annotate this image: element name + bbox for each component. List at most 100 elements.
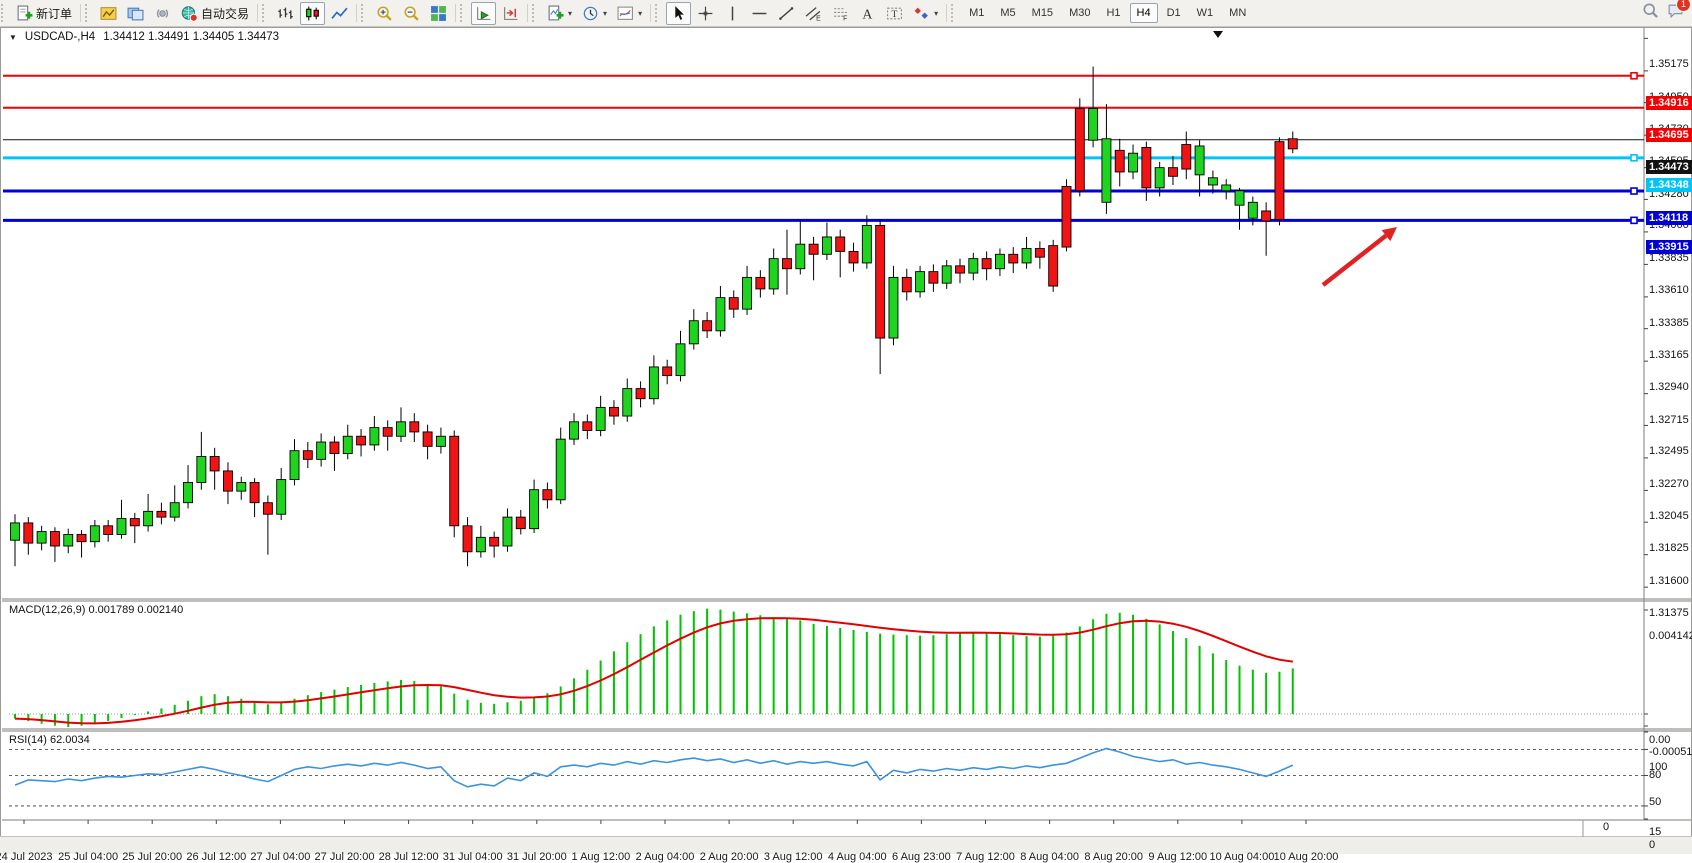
price-line-label-1.34695: 1.34695 (1646, 128, 1692, 142)
autotrading-icon (181, 5, 198, 22)
chart-shift-button[interactable] (498, 2, 523, 25)
timeframe-h1-button[interactable]: H1 (1099, 3, 1127, 23)
bars-chart-button[interactable] (273, 2, 298, 25)
linechart-icon (331, 5, 348, 22)
template-icon (617, 5, 634, 22)
line-chart-button[interactable] (327, 2, 352, 25)
toolbar-grip (460, 4, 467, 22)
price-axis-tick: 1.31375 (1649, 607, 1689, 619)
new-order-icon (16, 5, 33, 22)
toolbar-grip (85, 4, 92, 22)
toolbar-separator (257, 4, 258, 22)
price-line-label-1.34916: 1.34916 (1646, 96, 1692, 110)
tile-windows-button[interactable] (426, 2, 451, 25)
hline-1.34916[interactable] (3, 73, 1644, 79)
toolbar-grip (262, 4, 269, 22)
text-button[interactable]: A (855, 2, 880, 25)
text-label-button[interactable]: T (882, 2, 907, 25)
periods-icon (582, 5, 599, 22)
toolbar-separator (455, 4, 456, 22)
new-chart-button[interactable] (96, 2, 121, 25)
templates-button[interactable]: ▾ (613, 2, 646, 25)
fibo-icon: F (832, 5, 849, 22)
rsi-axis-tick: 80 (1649, 769, 1661, 781)
toolbar-grip (951, 4, 958, 22)
main-toolbar: 新订单自动交易▾▾▾EFAT▾M1M5M15M30H1H4D1W1MN1 (0, 0, 1692, 27)
notifications-button[interactable]: 1 (1667, 2, 1684, 24)
shift-icon (502, 5, 519, 22)
indicators-button[interactable]: ▾ (543, 2, 576, 25)
equidistant-channel-button[interactable]: E (801, 2, 826, 25)
crosshair-icon (697, 5, 714, 22)
zoom-in-button[interactable] (372, 2, 397, 25)
macd-indicator-label: MACD(12,26,9) 0.001789 0.002140 (9, 604, 183, 616)
rsi-axis-tick: 15 (1649, 826, 1661, 838)
price-axis-tick: 1.32045 (1649, 510, 1689, 522)
annotation-arrow[interactable] (1323, 227, 1397, 285)
toolbar-separator (946, 4, 947, 22)
timeframe-m15-button[interactable]: M15 (1025, 3, 1060, 23)
timeframe-m5-button[interactable]: M5 (993, 3, 1022, 23)
arrows-icon (913, 5, 930, 22)
vertical-line-button[interactable] (720, 2, 745, 25)
timeframe-m30-button[interactable]: M30 (1062, 3, 1097, 23)
fibonacci-button[interactable]: F (828, 2, 853, 25)
pane-frames (2, 28, 1691, 837)
rsi-axis-tick: 0 (1649, 839, 1655, 851)
bars-icon (277, 5, 294, 22)
candlestick-chart-button[interactable] (300, 2, 325, 25)
price-line-label-1.34348: 1.34348 (1646, 178, 1692, 192)
price-axis-tick: 1.33385 (1649, 317, 1689, 329)
hline-1.34348[interactable] (3, 155, 1644, 161)
autoscroll-icon (475, 5, 492, 22)
macd-axis-tick: 0.00 (1649, 734, 1670, 746)
candles-icon (304, 5, 321, 22)
price-line-label-1.34473: 1.34473 (1646, 160, 1692, 174)
toolbar-separator (80, 4, 81, 22)
zoom-out-button[interactable] (399, 2, 424, 25)
tile-icon (430, 5, 447, 22)
timeframe-h4-button[interactable]: H4 (1130, 3, 1158, 23)
macd-pane (9, 609, 1648, 727)
chart-title-symbol: USDCAD-,H4 (25, 31, 95, 43)
chart-title-ohlc: 1.34412 1.34491 1.34405 1.34473 (103, 31, 279, 43)
signals-button[interactable] (150, 2, 175, 25)
text-icon: A (859, 5, 876, 22)
chart-window[interactable]: ▼ USDCAD-,H4 1.34412 1.34491 1.34405 1.3… (0, 27, 1692, 853)
timeframe-mn-button[interactable]: MN (1222, 3, 1253, 23)
notification-badge: 1 (1676, 0, 1691, 12)
chart-shift-marker[interactable] (1213, 31, 1223, 38)
rsi-pane (9, 732, 1648, 819)
periods-button[interactable]: ▾ (578, 2, 611, 25)
horizontal-line-button[interactable] (747, 2, 772, 25)
trendline-button[interactable] (774, 2, 799, 25)
toolbar-grip (361, 4, 368, 22)
autoscroll-button[interactable] (471, 2, 496, 25)
svg-text:T: T (892, 9, 898, 20)
trendline-icon (778, 5, 795, 22)
toolbar-separator (527, 4, 528, 22)
chart-collapse-icon[interactable]: ▼ (9, 33, 17, 42)
autotrading-button[interactable]: 自动交易 (177, 2, 253, 25)
time-axis-corner-zero: 0 (1603, 821, 1609, 833)
profiles-button[interactable] (123, 2, 148, 25)
timeframe-m1-button[interactable]: M1 (962, 3, 991, 23)
timeframe-w1-button[interactable]: W1 (1190, 3, 1221, 23)
search-icon (1642, 2, 1659, 19)
cursor-button[interactable] (666, 2, 691, 25)
candles-series (11, 67, 1298, 567)
price-axis-tick: 1.31825 (1649, 542, 1689, 554)
hline-1.34118[interactable] (3, 188, 1644, 194)
rsi-line (15, 749, 1293, 787)
search-button[interactable] (1642, 2, 1659, 24)
toolbar-separator (356, 4, 357, 22)
hline-1.33915[interactable] (3, 217, 1644, 223)
signals-icon (154, 5, 171, 22)
arrows-button[interactable]: ▾ (909, 2, 942, 25)
new-order-button[interactable]: 新订单 (12, 2, 76, 25)
toolbar-grip (655, 4, 662, 22)
timeframe-d1-button[interactable]: D1 (1160, 3, 1188, 23)
crosshair-button[interactable] (693, 2, 718, 25)
toolbar-grip (1, 4, 8, 22)
price-chart-canvas[interactable] (1, 28, 1692, 854)
